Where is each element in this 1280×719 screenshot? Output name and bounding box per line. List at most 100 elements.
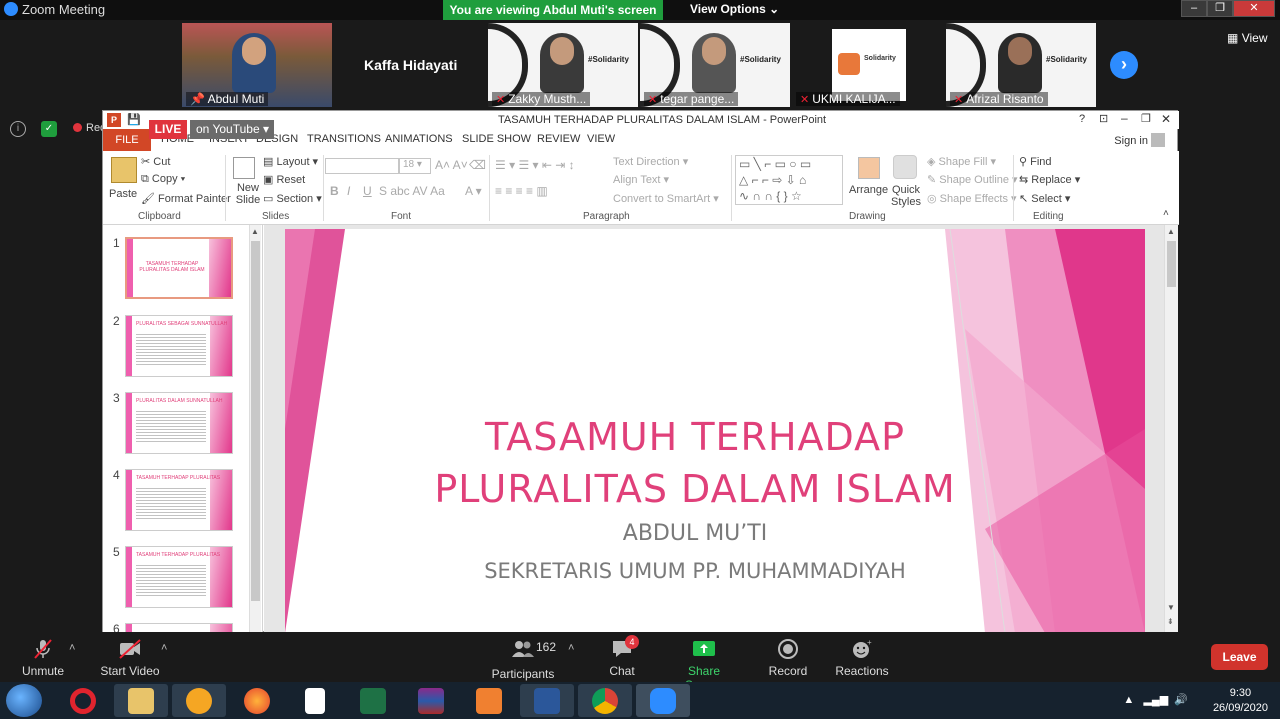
help-icon[interactable]: ? (1079, 113, 1085, 125)
video-tile-tegar[interactable]: #Solidarity ✕ tegar pange... (640, 23, 790, 107)
start-button-icon[interactable] (6, 684, 42, 717)
clear-format-button[interactable]: ⌫ (469, 158, 486, 172)
current-slide[interactable]: TASAMUH TERHADAP PLURALITAS DALAM ISLAM … (285, 229, 1145, 633)
view-button[interactable]: ▦ View (1227, 31, 1267, 45)
close-button[interactable]: ✕ (1233, 0, 1275, 17)
taskbar-excel[interactable] (346, 684, 400, 717)
ppt-close-button[interactable]: ✕ (1161, 112, 1171, 126)
shape-effects-button[interactable]: ◎ Shape Effects ▾ (927, 192, 1017, 205)
cut-button[interactable]: ✂ Cut (141, 155, 170, 168)
paste-button[interactable]: Paste (109, 188, 137, 200)
align-buttons[interactable]: ≡ ≡ ≡ ≡ ▥ (495, 184, 548, 198)
text-direction-button[interactable]: Text Direction ▾ (613, 155, 688, 168)
slide-thumbnail-4[interactable]: TASAMUH TERHADAP PLURALITAS (125, 469, 233, 531)
slide-thumbnail-5[interactable]: TASAMUH TERHADAP PLURALITAS (125, 546, 233, 608)
taskbar-chrome[interactable] (578, 684, 632, 717)
reset-button[interactable]: ▣ Reset (263, 173, 305, 186)
system-clock[interactable]: 9:30 26/09/2020 (1213, 686, 1268, 716)
font-size-combo[interactable]: 18 ▾ (399, 158, 431, 174)
replace-button[interactable]: ⇆ Replace ▾ (1019, 173, 1080, 186)
participants-button[interactable]: 162 Participants (490, 632, 556, 681)
layout-button[interactable]: ▤ Layout ▾ (263, 155, 318, 168)
video-tile-afrizal[interactable]: #Solidarity ✕ Afrizal Risanto (946, 23, 1096, 107)
section-button[interactable]: ▭ Section ▾ (263, 192, 322, 205)
maximize-button[interactable]: ❐ (1207, 0, 1233, 17)
tab-view[interactable]: VIEW (587, 133, 615, 145)
taskbar-document[interactable] (288, 684, 342, 717)
taskbar-opera[interactable] (56, 684, 110, 717)
video-tile-abdul-muti[interactable]: 📌 Abdul Muti (182, 23, 332, 107)
select-button[interactable]: ↖ Select ▾ (1019, 192, 1070, 205)
slide-thumbnail-3[interactable]: PLURALITAS DALAM SUNNATULLAH (125, 392, 233, 454)
record-button[interactable]: Record (766, 632, 810, 678)
avatar-icon (1151, 133, 1165, 147)
collapse-ribbon-icon[interactable]: ˄ (1163, 208, 1169, 219)
audio-options-chevron-icon[interactable]: ˄ (69, 642, 75, 654)
participants-chevron-icon[interactable]: ˄ (568, 642, 574, 654)
powerpoint-logo-icon: P (107, 113, 121, 127)
start-video-button[interactable]: Start Video (100, 632, 160, 678)
bullets-button[interactable]: ☰ ▾ ☰ ▾ ⇤ ⇥ ↕ (495, 158, 575, 172)
thumbnails-scrollbar[interactable]: ▲ (249, 225, 261, 633)
ribbon-display-icon[interactable]: ⊡ (1099, 112, 1108, 125)
slide-thumbnail-2[interactable]: PLURALITAS SEBAGAI SUNNATULLAH (125, 315, 233, 377)
ppt-minimize-button[interactable]: – (1121, 111, 1128, 125)
tab-review[interactable]: REVIEW (537, 133, 580, 145)
taskbar-firefox[interactable] (230, 684, 284, 717)
underline-button[interactable]: U (363, 184, 372, 198)
shape-fill-button[interactable]: ◈ Shape Fill ▾ (927, 155, 996, 168)
taskbar-word[interactable] (520, 684, 574, 717)
new-slide-button[interactable]: New Slide (233, 182, 263, 206)
sign-in-link[interactable]: Sign in (1114, 133, 1165, 147)
video-tile-ukmi[interactable]: Solidarity ✕ UKMI KALIJA... (792, 23, 942, 107)
slide-thumbnail-1[interactable]: TASAMUH TERHADAP PLURALITAS DALAM ISLAM (125, 237, 233, 299)
smiley-icon: + (853, 638, 872, 658)
reactions-button[interactable]: + Reactions (834, 632, 890, 678)
live-badge[interactable]: LIVE (149, 120, 187, 139)
powerpoint-window: P 💾 TASAMUH TERHADAP PLURALITAS DALAM IS… (102, 110, 1179, 633)
font-name-combo[interactable] (325, 158, 399, 174)
font-grow-button[interactable]: A˄ A˅ (435, 158, 468, 172)
paste-icon[interactable] (111, 157, 137, 183)
youtube-stream-dropdown[interactable]: on YouTube ▾ (190, 120, 274, 139)
bold-button[interactable]: B (330, 184, 339, 198)
leave-button[interactable]: Leave (1211, 644, 1268, 670)
video-tile-zakky[interactable]: #Solidarity ✕ Zakky Musth... (488, 23, 638, 107)
copy-button[interactable]: ⧉ Copy ▾ (141, 173, 185, 186)
shape-outline-button[interactable]: ✎ Shape Outline ▾ (927, 173, 1018, 186)
info-icon[interactable]: i (10, 121, 26, 137)
tab-transitions[interactable]: TRANSITIONS (307, 133, 381, 145)
convert-smartart-button[interactable]: Convert to SmartArt ▾ (613, 192, 719, 205)
find-button[interactable]: ⚲ Find (1019, 155, 1052, 168)
taskbar-winrar[interactable] (404, 684, 458, 717)
minimize-button[interactable]: – (1181, 0, 1207, 17)
next-page-arrow-icon[interactable]: › (1110, 51, 1138, 79)
arrange-button[interactable]: Arrange (849, 184, 888, 196)
view-options-button[interactable]: View Options ⌄ (690, 2, 779, 16)
start-video-label: Start Video (100, 664, 160, 678)
quick-styles-button[interactable]: Quick Styles (891, 184, 921, 208)
italic-button[interactable]: I (347, 184, 350, 198)
tab-animations[interactable]: ANIMATIONS (385, 133, 453, 145)
format-painter-button[interactable]: 🖌 Format Painter (141, 192, 231, 205)
quick-styles-icon[interactable] (893, 155, 917, 179)
save-icon[interactable]: 💾 (127, 113, 141, 126)
taskbar-app-orange[interactable] (172, 684, 226, 717)
shield-icon[interactable]: ✓ (41, 121, 57, 137)
align-text-button[interactable]: Align Text ▾ (613, 173, 669, 186)
system-tray[interactable]: ▲ ▂▄▆ 🔊 (1123, 693, 1188, 706)
ppt-restore-button[interactable]: ❐ (1141, 112, 1151, 125)
taskbar-media-player[interactable] (462, 684, 516, 717)
font-color-button[interactable]: A ▾ (465, 184, 482, 198)
taskbar-explorer[interactable] (114, 684, 168, 717)
strikethrough-button[interactable]: S abc AV Aa (379, 184, 445, 198)
tab-slide-show[interactable]: SLIDE SHOW (462, 133, 531, 145)
video-options-chevron-icon[interactable]: ˄ (161, 642, 167, 654)
slide-scrollbar[interactable]: ▲ ▼ ⇟ (1164, 225, 1178, 633)
tab-file[interactable]: FILE (103, 129, 151, 151)
taskbar-zoom[interactable] (636, 684, 690, 717)
shapes-gallery[interactable]: ▭ ╲ ⌐ ▭ ○ ▭ △ ⌐ ⌐ ⇨ ⇩ ⌂ ∿ ∩ ∩ { } ☆ (735, 155, 843, 205)
unmute-button[interactable]: Unmute (20, 632, 66, 678)
new-slide-icon[interactable] (233, 157, 255, 179)
arrange-icon[interactable] (858, 157, 880, 179)
